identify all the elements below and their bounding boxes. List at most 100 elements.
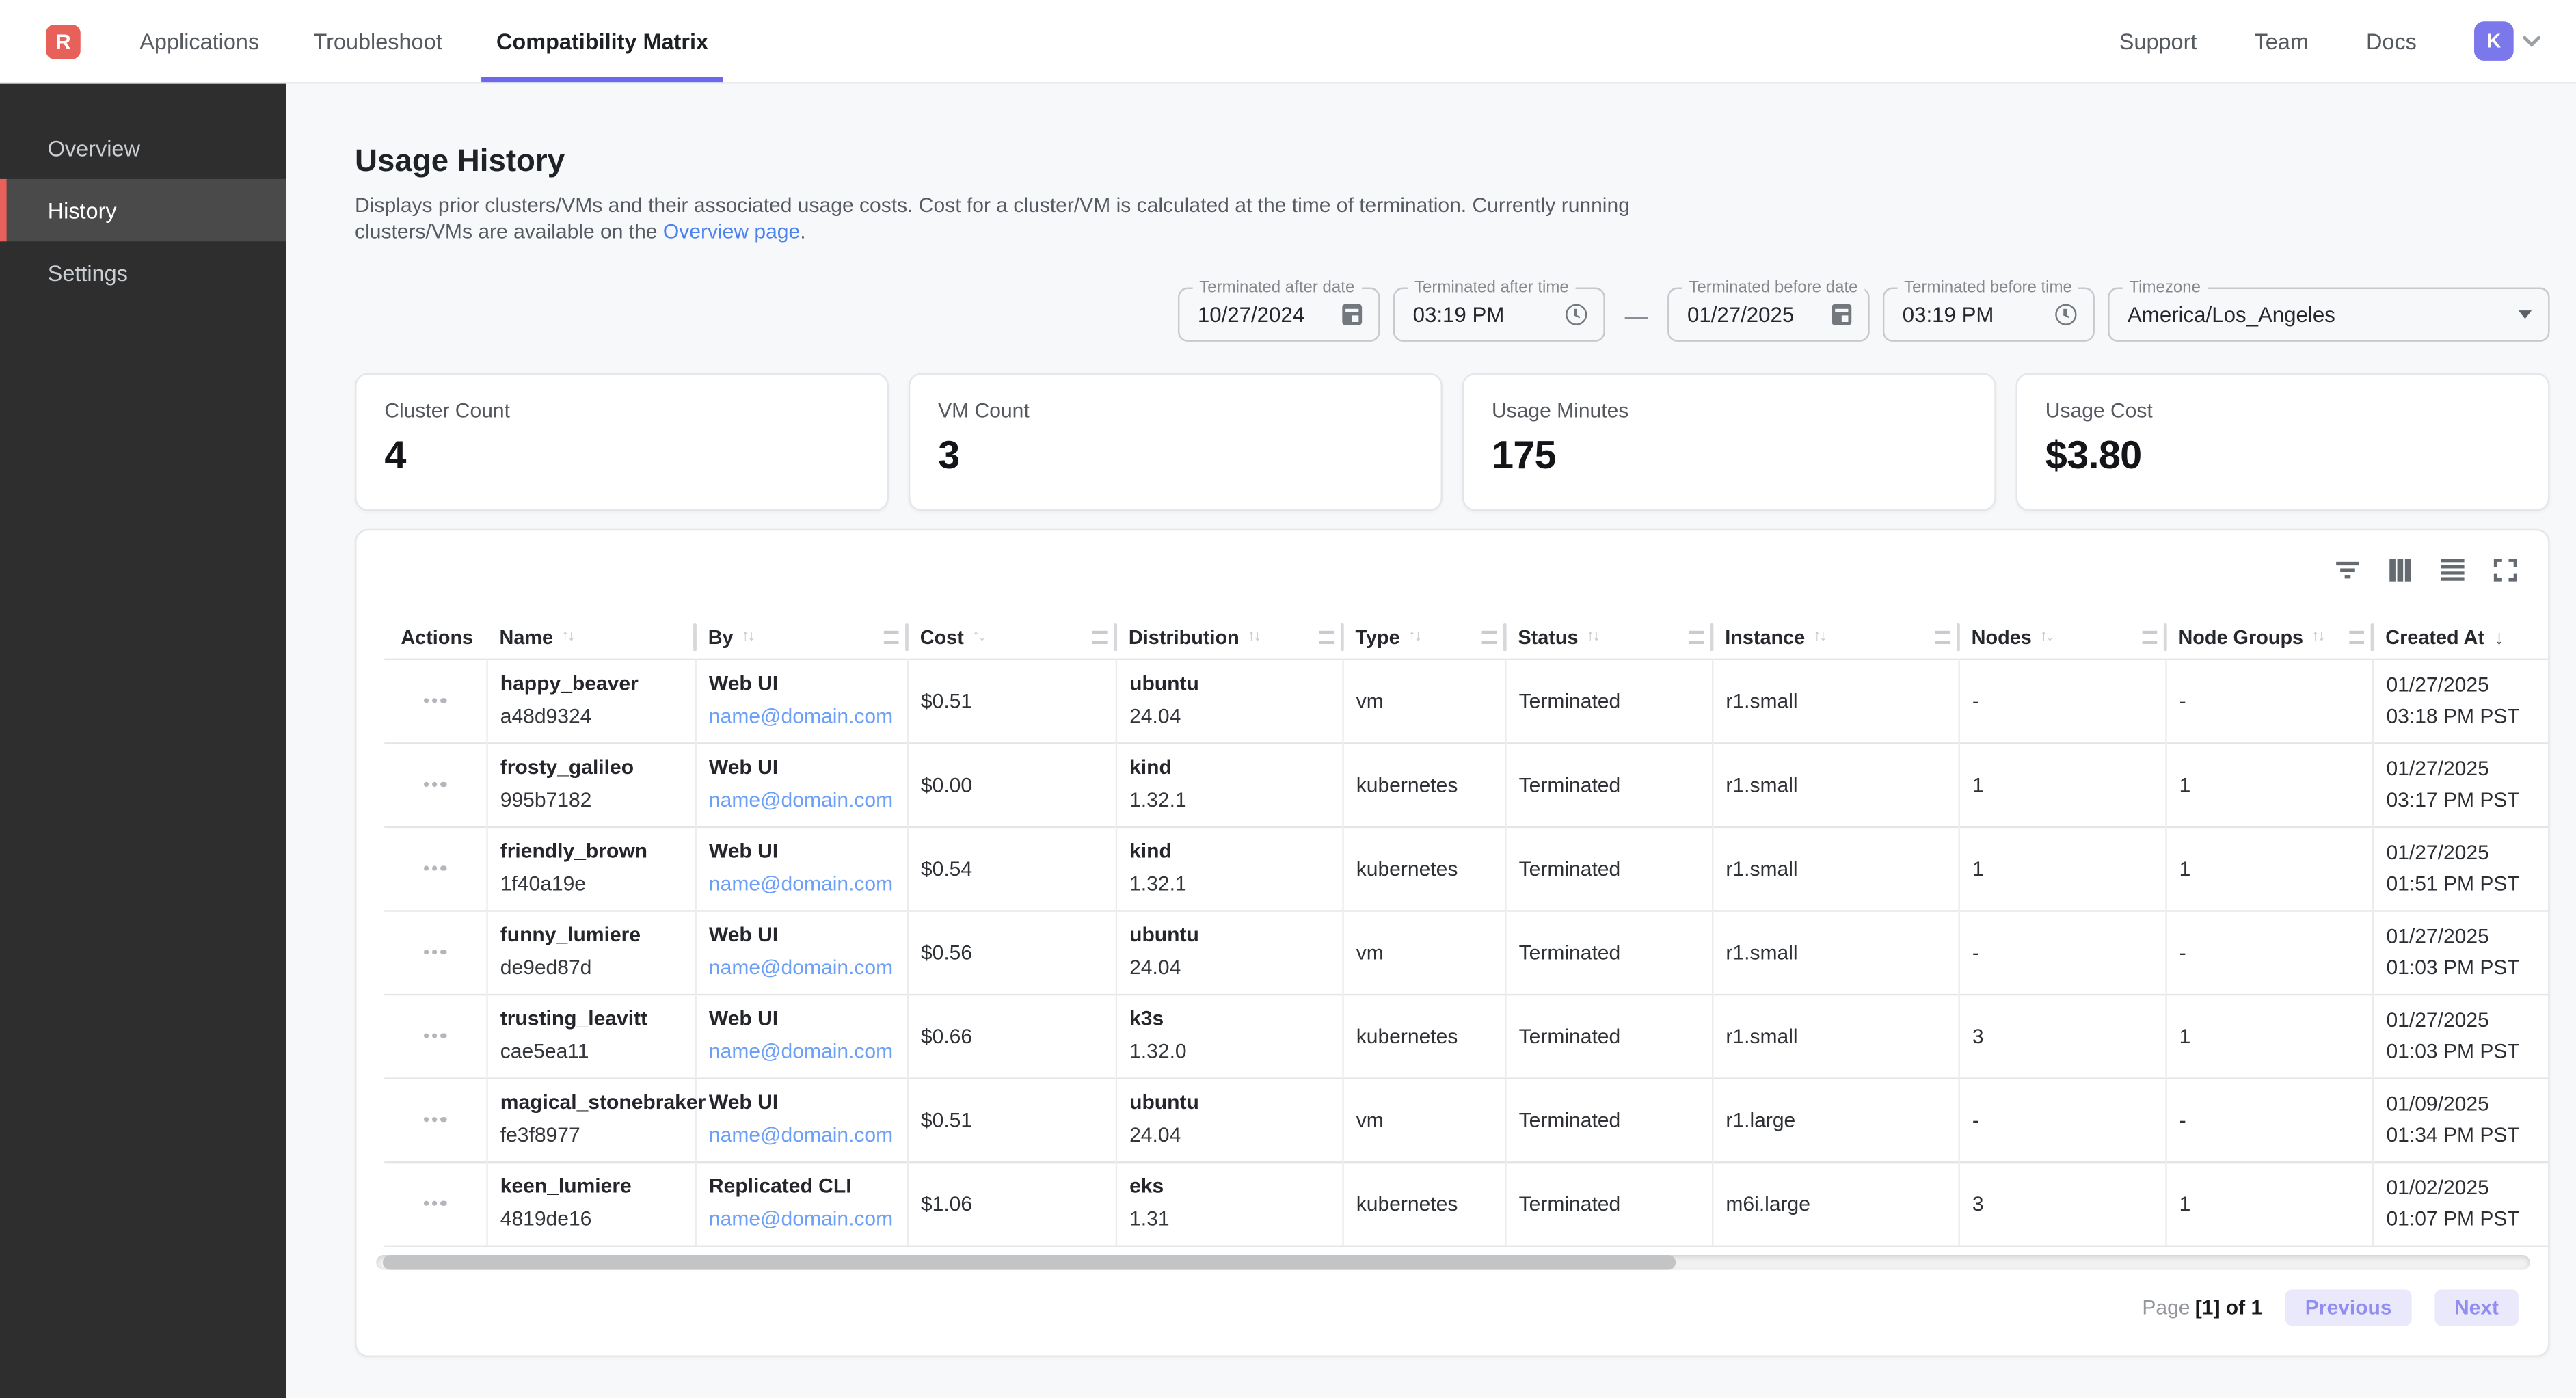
cell-by: Web UIname@domain.com (695, 994, 907, 1078)
column-menu-icon[interactable] (2143, 630, 2158, 643)
sidebar-item-settings[interactable]: Settings (0, 241, 286, 304)
row-actions-button[interactable] (384, 911, 485, 993)
column-menu-icon[interactable] (1689, 630, 1704, 643)
column-header-by[interactable]: By (695, 616, 907, 658)
terminated-after-time-label: Terminated after time (1408, 278, 1575, 299)
created-time: 01:03 PM PST (2386, 1039, 2549, 1064)
terminated-after-time-field[interactable]: Terminated after time 03:19 PM (1393, 288, 1605, 342)
toolbar-fullscreen-button[interactable] (2491, 555, 2520, 584)
timezone-value[interactable]: America/Los_Angeles (2128, 302, 2506, 327)
nav-link-team[interactable]: Team (2255, 29, 2309, 53)
cell-nodes: - (1958, 659, 2165, 743)
row-actions-button[interactable] (384, 995, 485, 1077)
table-row: funny_lumierede9ed87d Web UIname@domain.… (384, 910, 2549, 994)
cell-cost: $0.56 (907, 910, 1115, 994)
tab-troubleshoot[interactable]: Troubleshoot (299, 0, 457, 82)
created-date: 01/27/2025 (2386, 1008, 2549, 1032)
toolbar-columns-button[interactable] (2385, 555, 2415, 584)
timezone-select[interactable]: Timezone America/Los_Angeles (2108, 288, 2549, 342)
terminated-after-date-field[interactable]: Terminated after date 10/27/2024 (1178, 288, 1380, 342)
row-actions-button[interactable] (384, 1079, 485, 1161)
created-time: 03:18 PM PST (2386, 704, 2549, 729)
dropdown-arrow-icon[interactable] (2519, 310, 2532, 319)
sidebar-item-overview[interactable]: Overview (0, 117, 286, 179)
overview-page-link[interactable]: Overview page (663, 219, 800, 243)
row-actions-button[interactable] (384, 743, 485, 825)
cell-node-groups: 1 (2165, 826, 2372, 911)
cell-type: vm (1342, 1077, 1505, 1161)
cell-by: Replicated CLIname@domain.com (695, 1161, 907, 1246)
creator-email-link[interactable]: name@domain.com (709, 1040, 906, 1064)
created-time: 03:17 PM PST (2386, 788, 2549, 812)
page-indicator-current: [1] of 1 (2195, 1296, 2262, 1319)
cell-cost: $0.66 (907, 994, 1115, 1078)
sort-icons (1587, 628, 1599, 646)
chevron-down-icon[interactable] (2523, 29, 2541, 47)
stat-value: 3 (938, 433, 1412, 479)
column-menu-icon[interactable] (2349, 630, 2364, 643)
clock-icon[interactable] (1566, 304, 1587, 325)
replicated-logo[interactable]: R (46, 24, 80, 58)
column-menu-icon[interactable] (1092, 630, 1108, 643)
previous-button[interactable]: Previous (2285, 1289, 2412, 1326)
row-actions-button[interactable] (384, 827, 485, 909)
stat-label: Usage Minutes (1492, 399, 1966, 422)
column-header-created-at[interactable]: Created At (2372, 616, 2550, 658)
nav-link-docs[interactable]: Docs (2366, 29, 2417, 53)
column-header-cost[interactable]: Cost (907, 616, 1115, 658)
cell-distribution: ubuntu24.04 (1116, 659, 1343, 743)
column-menu-icon[interactable] (1935, 630, 1950, 643)
distribution-version: 1.32.1 (1129, 788, 1341, 813)
column-menu-icon[interactable] (1482, 630, 1497, 643)
toolbar-density-button[interactable] (2438, 555, 2467, 584)
column-header-name[interactable]: Name (486, 616, 695, 658)
table-header-row: Actions Name By Cost Distribution Type S… (384, 616, 2549, 658)
column-header-status[interactable]: Status (1505, 616, 1712, 658)
distribution-name: ubuntu (1129, 924, 1341, 948)
column-header-node-groups[interactable]: Node Groups (2165, 616, 2372, 658)
nav-link-support[interactable]: Support (2119, 29, 2197, 53)
terminated-before-date-value[interactable]: 01/27/2025 (1687, 302, 1819, 327)
calendar-icon[interactable] (1342, 304, 1362, 325)
calendar-icon[interactable] (1832, 304, 1851, 325)
table-row: frosty_galileo995b7182 Web UIname@domain… (384, 742, 2549, 826)
creator-email-link[interactable]: name@domain.com (709, 1207, 906, 1232)
avatar[interactable]: K (2474, 21, 2514, 61)
terminated-after-date-value[interactable]: 10/27/2024 (1198, 302, 1329, 327)
horizontal-scrollbar-thumb[interactable] (383, 1255, 1675, 1270)
terminated-before-date-label: Terminated before date (1682, 278, 1864, 299)
row-actions-button[interactable] (384, 1162, 485, 1244)
creator-email-link[interactable]: name@domain.com (709, 705, 906, 729)
creator-email-link[interactable]: name@domain.com (709, 788, 906, 813)
creator-email-link[interactable]: name@domain.com (709, 956, 906, 981)
cell-name: friendly_brown1f40a19e (486, 826, 695, 911)
horizontal-scrollbar-track[interactable] (376, 1255, 2530, 1270)
clock-icon[interactable] (2055, 304, 2076, 325)
next-button[interactable]: Next (2434, 1289, 2519, 1326)
creator-email-link[interactable]: name@domain.com (709, 1124, 906, 1148)
cluster-id: 995b7182 (500, 788, 695, 813)
column-header-instance[interactable]: Instance (1712, 616, 1958, 658)
terminated-before-date-field[interactable]: Terminated before date 01/27/2025 (1667, 288, 1870, 342)
toolbar-filter-button[interactable] (2333, 555, 2362, 584)
cell-created-at: 01/27/202501:51 PM PST (2372, 826, 2550, 911)
terminated-before-time-field[interactable]: Terminated before time 03:19 PM (1883, 288, 2095, 342)
column-header-distribution[interactable]: Distribution (1116, 616, 1343, 658)
terminated-before-time-value[interactable]: 03:19 PM (1903, 302, 2042, 327)
nav-tabs: Applications Troubleshoot Compatibility … (125, 0, 723, 82)
column-header-type[interactable]: Type (1342, 616, 1505, 658)
terminated-after-time-value[interactable]: 03:19 PM (1413, 302, 1553, 327)
column-menu-icon[interactable] (1319, 630, 1334, 643)
row-actions-button[interactable] (384, 660, 485, 742)
column-header-nodes[interactable]: Nodes (1958, 616, 2165, 658)
page-description-text: Displays prior clusters/VMs and their as… (355, 194, 1630, 243)
tab-applications[interactable]: Applications (125, 0, 274, 82)
tab-compatibility-matrix[interactable]: Compatibility Matrix (481, 0, 723, 82)
sidebar-item-history[interactable]: History (0, 179, 286, 241)
cell-nodes: 1 (1958, 826, 2165, 911)
cell-name: funny_lumierede9ed87d (486, 910, 695, 994)
cell-instance: r1.large (1712, 1077, 1958, 1161)
column-menu-icon[interactable] (884, 630, 899, 643)
creator-email-link[interactable]: name@domain.com (709, 872, 906, 897)
created-date: 01/02/2025 (2386, 1175, 2549, 1200)
